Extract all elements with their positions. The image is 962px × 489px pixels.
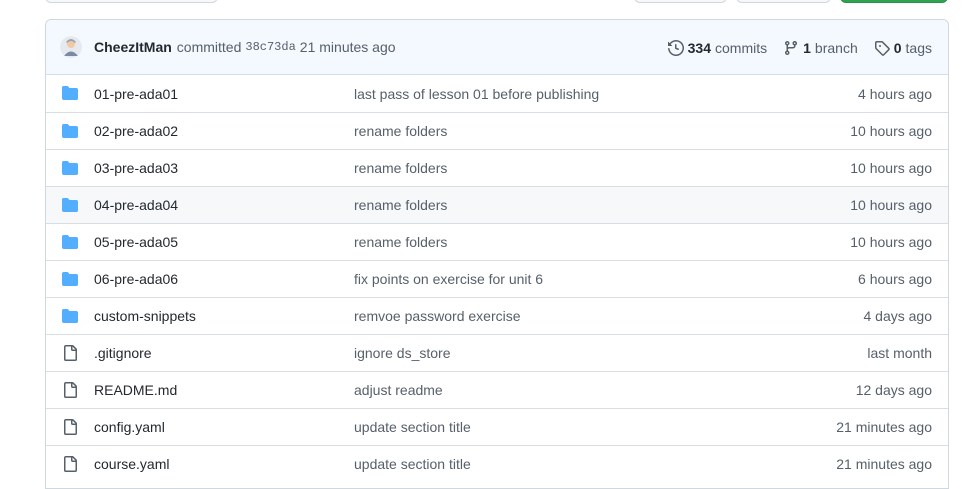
commit-message-link[interactable]: last pass of lesson 01 before publishing (354, 86, 599, 102)
commit-message-link[interactable]: update section title (354, 419, 471, 435)
tags-count: 0 (893, 39, 902, 56)
commit-age: 4 hours ago (858, 85, 932, 102)
file-row[interactable]: 03-pre-ada03 rename folders 10 hours ago (46, 149, 948, 186)
commit-age: 6 hours ago (858, 271, 932, 287)
commit-age: 10 hours ago (850, 234, 932, 250)
branches-label: branch (814, 39, 858, 56)
commit-age: 4 days ago (863, 308, 933, 324)
file-row[interactable]: custom-snippets remvoe password exercise… (46, 297, 948, 334)
commit-age: 21 minutes ago (836, 419, 932, 435)
folder-icon (62, 123, 78, 139)
file-name-link[interactable]: 03-pre-ada03 (94, 160, 178, 176)
branches-count: 1 (803, 39, 811, 56)
file-name-link[interactable]: 05-pre-ada05 (94, 234, 178, 250)
commit-message-link[interactable]: update section title (354, 456, 471, 472)
commit-age: 10 hours ago (850, 197, 932, 213)
commit-author-link[interactable]: CheezItMan (94, 39, 172, 55)
file-name-link[interactable]: 04-pre-ada04 (94, 197, 178, 213)
file-row[interactable]: config.yaml update section title 21 minu… (46, 408, 948, 445)
file-icon (62, 345, 78, 361)
file-row[interactable]: 02-pre-ada02 rename folders 10 hours ago (46, 112, 948, 149)
file-row[interactable]: course.yaml update section title 21 minu… (46, 445, 948, 482)
commit-message-link[interactable]: remvoe password exercise (354, 308, 521, 324)
file-row[interactable]: 01-pre-ada01 last pass of lesson 01 befo… (46, 75, 948, 112)
file-icon (62, 456, 78, 472)
file-name-link[interactable]: .gitignore (94, 345, 152, 361)
author-avatar[interactable] (60, 36, 82, 58)
commit-message-link[interactable]: rename folders (354, 234, 447, 250)
file-row[interactable]: 06-pre-ada06 fix points on exercise for … (46, 260, 948, 297)
file-browser: CheezItMan committed 38c73da 21 minutes … (45, 19, 949, 489)
folder-icon (62, 160, 78, 176)
file-list: 01-pre-ada01 last pass of lesson 01 befo… (46, 75, 948, 482)
commits-label: commits (715, 39, 768, 56)
commit-age: 21 minutes ago (299, 39, 396, 55)
folder-icon (62, 271, 78, 287)
top-toolbar (0, 0, 962, 4)
file-name-link[interactable]: 01-pre-ada01 (94, 86, 178, 102)
file-icon (62, 382, 78, 398)
commit-verb: committed (176, 39, 242, 55)
commits-link[interactable]: 334 commits (667, 39, 768, 56)
commit-message-link[interactable]: adjust readme (354, 382, 443, 398)
folder-icon (62, 234, 78, 250)
file-name-link[interactable]: course.yaml (94, 456, 169, 472)
commit-message-link[interactable]: fix points on exercise for unit 6 (354, 271, 543, 287)
folder-icon (62, 197, 78, 213)
commit-age: 10 hours ago (850, 160, 932, 176)
file-row[interactable]: README.md adjust readme 12 days ago (46, 371, 948, 408)
file-name-link[interactable]: README.md (94, 382, 177, 398)
commit-age: 21 minutes ago (836, 456, 932, 472)
commit-age: last month (867, 345, 932, 361)
commit-age: 10 hours ago (850, 123, 932, 139)
file-row[interactable]: 04-pre-ada04 rename folders 10 hours ago (46, 186, 948, 223)
branches-link[interactable]: 1 branch (783, 40, 858, 56)
folder-icon (62, 308, 78, 324)
commit-message-link[interactable]: ignore ds_store (354, 345, 451, 361)
file-name-link[interactable]: custom-snippets (94, 308, 196, 324)
add-file-button[interactable] (736, 0, 831, 3)
commit-age: 12 days ago (855, 382, 932, 398)
code-button[interactable] (840, 0, 948, 3)
file-name-link[interactable]: 06-pre-ada06 (94, 271, 178, 287)
commit-sha-link[interactable]: 38c73da (245, 40, 295, 54)
commit-message-link[interactable]: rename folders (354, 197, 447, 213)
file-name-link[interactable]: config.yaml (94, 419, 165, 435)
tags-label: tags (905, 39, 932, 56)
commit-message-link[interactable]: rename folders (354, 123, 447, 139)
file-row[interactable]: 05-pre-ada05 rename folders 10 hours ago (46, 223, 948, 260)
history-icon (667, 39, 684, 56)
go-to-file-button[interactable] (634, 0, 727, 3)
commits-count: 334 (687, 39, 711, 56)
tag-icon (874, 40, 890, 56)
repo-stats: 334 commits 1 branch 0 tags (667, 20, 932, 75)
commit-message-link[interactable]: rename folders (354, 160, 447, 176)
avatar-icon (60, 36, 82, 58)
file-icon (62, 419, 78, 435)
branch-icon (785, 40, 798, 55)
file-name-link[interactable]: 02-pre-ada02 (94, 123, 178, 139)
latest-commit-bar: CheezItMan committed 38c73da 21 minutes … (46, 20, 948, 75)
folder-icon (62, 85, 78, 101)
file-row[interactable]: .gitignore ignore ds_store last month (46, 334, 948, 371)
branch-select-button[interactable] (45, 0, 218, 3)
tags-link[interactable]: 0 tags (874, 40, 932, 56)
